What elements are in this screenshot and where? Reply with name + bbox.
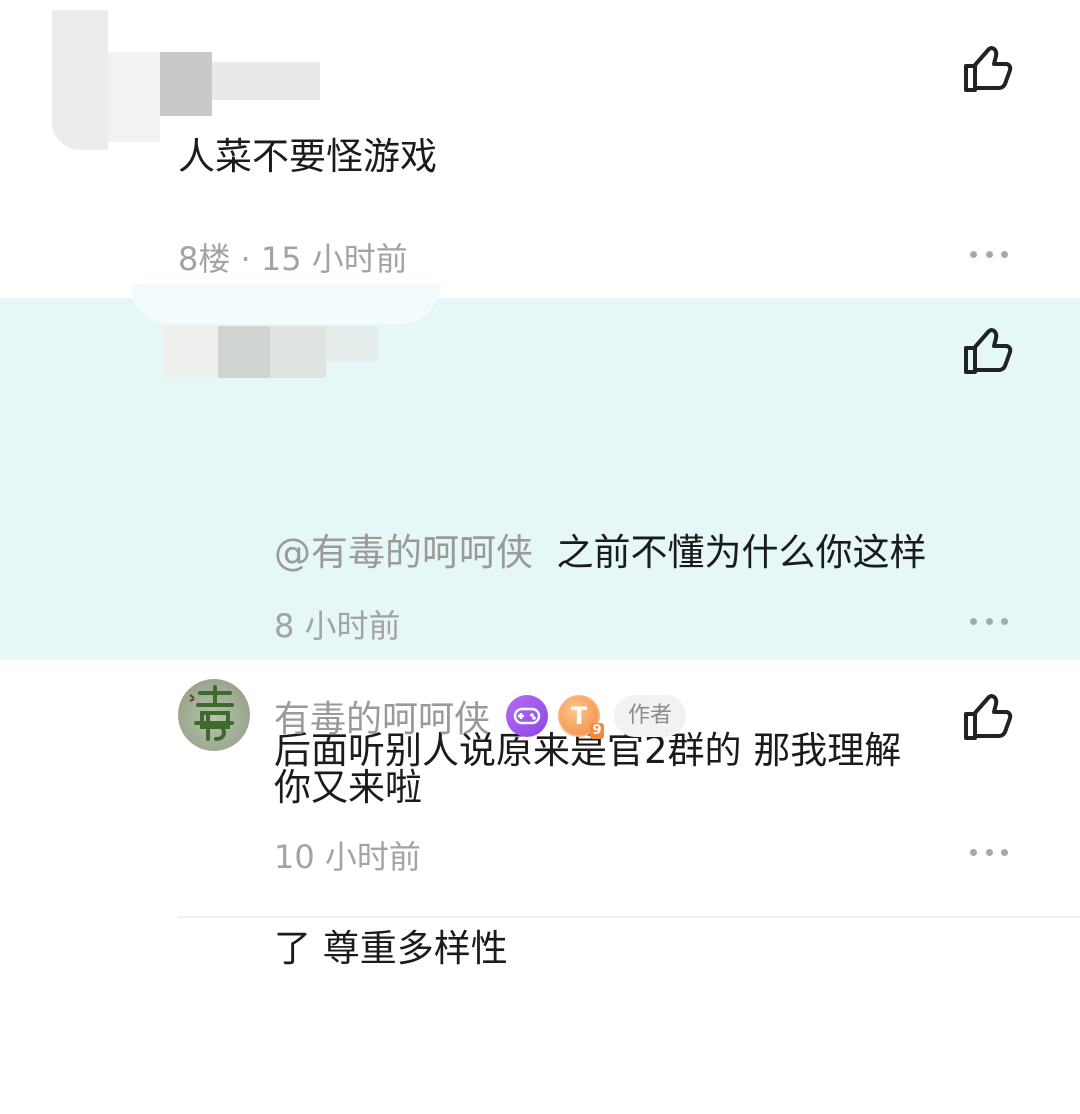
avatar[interactable] bbox=[178, 679, 250, 751]
reply-text: 你又来啦 bbox=[274, 766, 422, 809]
like-icon[interactable] bbox=[962, 326, 1014, 378]
avatar-image bbox=[189, 685, 234, 741]
reply-text-line: 了 尊重多样性 bbox=[274, 927, 508, 970]
more-dots-icon[interactable] bbox=[970, 847, 1008, 857]
level-badge: T 9 bbox=[558, 695, 605, 739]
gamepad-icon bbox=[506, 695, 549, 737]
mention-link[interactable]: @有毒的呵呵侠 bbox=[274, 531, 533, 574]
more-dots-icon[interactable] bbox=[970, 249, 1008, 259]
comment-meta: 8楼 · 15 小时前 bbox=[178, 240, 408, 278]
author-tag: 作者 bbox=[614, 695, 687, 737]
divider bbox=[178, 916, 1080, 918]
username[interactable]: 有毒的呵呵侠 bbox=[274, 690, 490, 742]
like-icon[interactable] bbox=[962, 44, 1014, 96]
author-header: 有毒的呵呵侠 T 9 作者 bbox=[274, 690, 687, 742]
blurred-user-info bbox=[130, 284, 440, 384]
reply-time: 10 小时前 bbox=[274, 838, 421, 876]
reply-text: @有毒的呵呵侠 之前不懂为什么你这样 后面听别人说原来是官2群的 那我理解 了 … bbox=[274, 388, 1034, 1114]
reply-time: 8 小时前 bbox=[274, 607, 401, 645]
more-dots-icon[interactable] bbox=[970, 616, 1008, 626]
like-icon[interactable] bbox=[962, 692, 1014, 744]
comment-text: 人菜不要怪游戏 bbox=[178, 135, 437, 178]
reply-text-line: 之前不懂为什么你这样 bbox=[556, 531, 927, 574]
